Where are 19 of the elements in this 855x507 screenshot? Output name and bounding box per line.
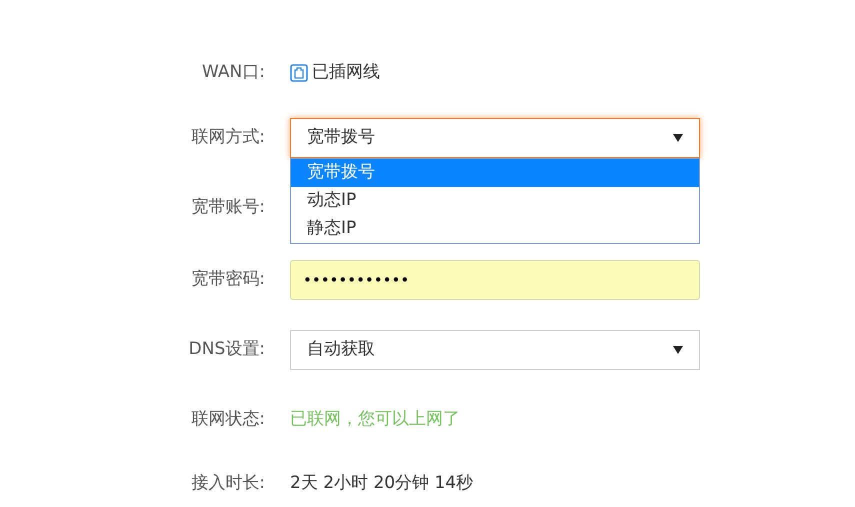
connection-status: 已联网，您可以上网了 <box>290 408 460 432</box>
wan-status: 已插网线 <box>312 61 380 84</box>
field-label: 宽带密码: <box>191 268 265 292</box>
field-label: 联网方式: <box>191 126 265 150</box>
connection-type-select[interactable]: 宽带拨号 <box>290 118 700 158</box>
uptime-value: 2天 2小时 20分钟 14秒 <box>290 472 474 496</box>
field-label: 接入时长: <box>191 472 265 496</box>
password-field[interactable]: •••••••••••• <box>290 260 700 300</box>
caret-icon <box>673 134 683 142</box>
field-label: 联网状态: <box>191 408 265 432</box>
dropdown-option[interactable]: 宽带拨号 <box>291 159 699 187</box>
dropdown-option[interactable]: 静态IP <box>291 215 699 243</box>
field-label: WAN口: <box>202 61 265 84</box>
dns-select[interactable]: 自动获取 <box>290 330 700 370</box>
port-icon <box>290 64 308 82</box>
dropdown-option[interactable]: 动态IP <box>291 187 699 215</box>
caret-icon <box>673 346 683 354</box>
field-label: DNS设置: <box>188 338 265 362</box>
field-label: 宽带账号: <box>191 196 265 220</box>
